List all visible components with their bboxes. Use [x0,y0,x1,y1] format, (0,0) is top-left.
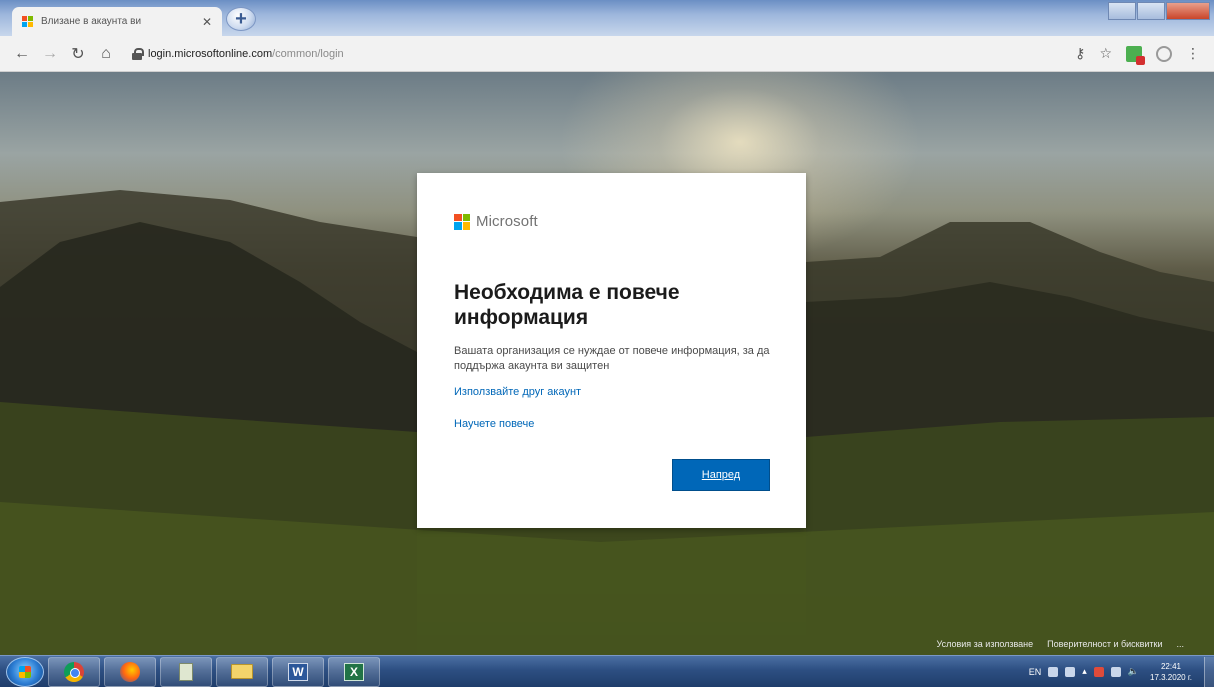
start-button[interactable] [6,656,44,687]
url-path: /common/login [272,47,344,60]
tab-close-icon[interactable]: ✕ [202,15,212,29]
learn-more-link[interactable]: Научете повече [454,418,769,430]
chrome-icon [64,661,84,682]
clock-date: 17.3.2020 г. [1150,672,1192,682]
help-tray-icon[interactable] [1048,666,1059,677]
taskbar-explorer[interactable] [216,656,268,687]
use-another-account-link[interactable]: Използвайте друг акаунт [454,386,769,398]
browser-titlebar: Влизане в акаунта ви ✕ + [0,0,1214,36]
lock-icon [132,47,144,60]
clock-time: 22:41 [1160,661,1182,671]
bookmark-star-icon[interactable]: ☆ [1099,45,1112,62]
show-desktop-button[interactable] [1204,656,1214,687]
page-title: Необходима е повече информация [454,281,680,329]
signin-card: Microsoft Необходима е повече информация… [417,173,806,528]
volume-icon[interactable]: 🔈 [1128,666,1139,677]
address-bar[interactable]: login.microsoftonline.com/common/login [132,41,1052,67]
menu-dots-icon[interactable]: ⋮ [1186,45,1200,62]
taskbar: W X EN ▴ 🔈 22:41 17.3.2020 г. [0,655,1214,687]
microsoft-squares-icon [454,213,470,230]
clock[interactable]: 22:41 17.3.2020 г. [1150,661,1192,683]
excel-icon: X [344,662,364,681]
firefox-icon [120,661,140,682]
tab-title: Влизане в акаунта ви [41,16,142,27]
reload-icon[interactable]: ↻ [66,42,90,66]
system-tray: EN ▴ 🔈 22:41 17.3.2020 г. [1029,661,1192,683]
forward-arrow-icon[interactable]: → [38,42,62,66]
back-arrow-icon[interactable]: ← [10,42,34,66]
next-button[interactable]: Напред [672,459,770,491]
show-hidden-icons-icon[interactable]: ▴ [1082,666,1087,677]
taskbar-firefox[interactable] [104,656,156,687]
taskbar-notepad[interactable] [160,656,212,687]
page-background: Microsoft Необходима е повече информация… [0,72,1214,655]
microsoft-logo: Microsoft [454,213,769,230]
taskbar-word[interactable]: W [272,656,324,687]
document-icon [179,662,193,681]
language-indicator[interactable]: EN [1029,667,1042,677]
profile-icon[interactable] [1156,45,1172,62]
url-host: login.microsoftonline.com [148,47,273,60]
maximize-button[interactable] [1137,2,1165,20]
network-icon[interactable] [1110,666,1121,677]
word-icon: W [288,662,308,681]
browser-toolbar: ← → ↻ ⌂ login.microsoftonline.com/common… [0,36,1214,72]
card-description: Вашата организация се нуждае от повече и… [454,345,770,372]
browser-tab[interactable]: Влизане в акаунта ви ✕ [12,7,222,36]
taskbar-chrome[interactable] [48,656,100,687]
key-icon[interactable]: ⚷ [1075,45,1085,62]
footer-more-icon[interactable]: ... [1176,639,1184,649]
extension-icon[interactable] [1126,45,1145,65]
terms-link[interactable]: Условия за използване [937,639,1034,649]
window-controls [1108,2,1210,20]
footer-links: Условия за използване Поверителност и би… [937,639,1185,649]
home-icon[interactable]: ⌂ [94,42,118,66]
minimize-button[interactable] [1108,2,1136,20]
action-center-flag-icon[interactable] [1093,666,1104,677]
taskbar-excel[interactable]: X [328,656,380,687]
microsoft-wordmark: Microsoft [476,213,538,230]
app-tray-icon[interactable] [1065,666,1076,677]
privacy-link[interactable]: Поверителност и бисквитки [1047,639,1162,649]
microsoft-favicon-icon [22,16,33,27]
window-close-button[interactable] [1166,2,1210,20]
folder-icon [231,664,253,679]
new-tab-button[interactable]: + [226,7,256,31]
